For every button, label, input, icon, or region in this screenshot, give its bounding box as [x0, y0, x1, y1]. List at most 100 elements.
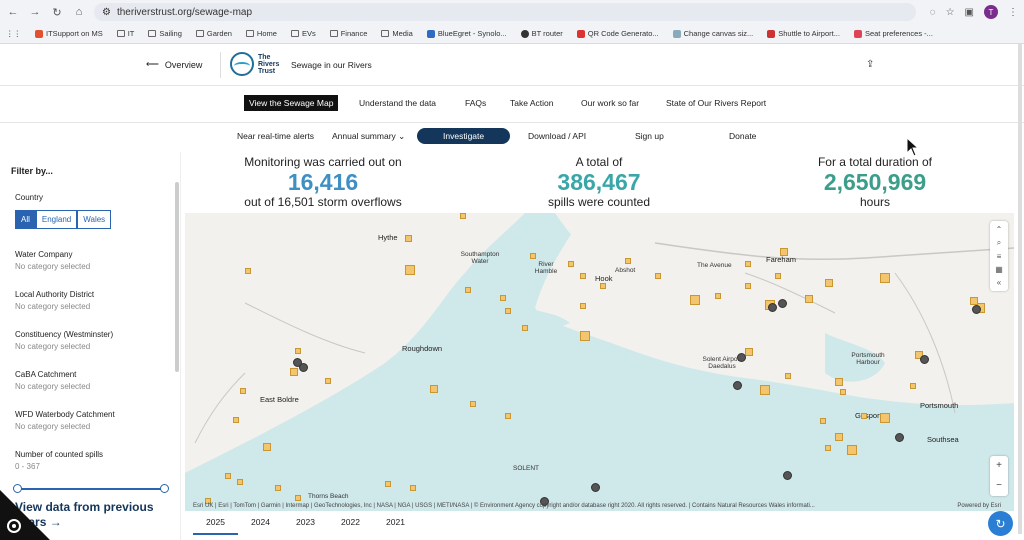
overflow-marker[interactable] — [245, 268, 251, 274]
overflow-marker[interactable] — [835, 433, 843, 441]
nav-take-action[interactable]: Take Action — [510, 98, 553, 108]
overflow-marker[interactable] — [825, 279, 833, 287]
tab-investigate[interactable]: Investigate — [417, 128, 511, 144]
overflow-marker[interactable] — [655, 273, 661, 279]
filter-value[interactable]: No category selected — [15, 422, 90, 431]
address-bar[interactable]: ⚙ theriverstrust.org/sewage-map — [94, 3, 916, 21]
overflow-marker[interactable] — [820, 418, 826, 424]
rivers-trust-logo[interactable]: The Rivers Trust — [230, 52, 282, 76]
tab-sign-up[interactable]: Sign up — [635, 131, 664, 141]
overflow-marker[interactable] — [690, 295, 700, 305]
bookmark[interactable]: Sailing — [148, 29, 182, 38]
overflow-marker[interactable] — [470, 401, 476, 407]
filter-label[interactable]: WFD Waterbody Catchment — [15, 410, 115, 419]
qr-icon[interactable]: ▦ — [995, 265, 1003, 274]
overflow-marker-heavy[interactable] — [768, 303, 777, 312]
site-info-icon[interactable]: ⚙ — [102, 7, 111, 18]
filter-label[interactable]: Constituency (Westminster) — [15, 330, 113, 339]
overflow-marker-heavy[interactable] — [591, 483, 600, 492]
overflow-marker[interactable] — [505, 308, 511, 314]
overflow-marker[interactable] — [275, 485, 281, 491]
nav-state-report[interactable]: State of Our Rivers Report — [666, 98, 766, 108]
overflow-marker[interactable] — [970, 297, 978, 305]
filter-label[interactable]: Local Authority District — [15, 290, 94, 299]
tab-near-real-time[interactable]: Near real-time alerts — [237, 131, 314, 141]
country-england[interactable]: England — [35, 210, 78, 229]
overflow-marker[interactable] — [568, 261, 574, 267]
overflow-marker[interactable] — [745, 283, 751, 289]
bookmark[interactable]: Home — [245, 29, 277, 38]
sidebar-scrollbar[interactable] — [175, 182, 179, 372]
settings-gear-icon[interactable] — [0, 490, 50, 540]
bookmark[interactable]: ITSupport on MS — [35, 29, 103, 38]
slider-max-handle[interactable] — [160, 484, 169, 493]
overflow-marker[interactable] — [405, 265, 415, 275]
reload-icon[interactable]: ↻ — [50, 5, 64, 19]
search-icon[interactable]: ⌕ — [997, 238, 1001, 248]
overflow-marker[interactable] — [775, 273, 781, 279]
year-tab[interactable]: 2023 — [283, 513, 328, 535]
overflow-marker[interactable] — [580, 303, 586, 309]
tab-donate[interactable]: Donate — [729, 131, 756, 141]
overflow-marker-heavy[interactable] — [778, 299, 787, 308]
overflow-marker[interactable] — [600, 283, 606, 289]
overflow-marker-heavy[interactable] — [733, 381, 742, 390]
overflow-marker[interactable] — [430, 385, 438, 393]
sewage-map[interactable]: Hythe Southampton Water River Hamble Hoo… — [185, 213, 1014, 511]
back-icon[interactable]: ← — [6, 5, 20, 19]
overflow-marker[interactable] — [325, 378, 331, 384]
apps-icon[interactable]: ⋮⋮ — [6, 29, 21, 38]
overflow-marker[interactable] — [785, 373, 791, 379]
overflow-marker[interactable] — [240, 388, 246, 394]
overflow-marker[interactable] — [805, 295, 813, 303]
bookmark[interactable]: Change canvas siz... — [672, 29, 753, 38]
overflow-marker-heavy[interactable] — [737, 353, 746, 362]
tab-annual-summary[interactable]: Annual summary ⌄ — [332, 131, 405, 142]
overflow-marker[interactable] — [847, 445, 857, 455]
year-tab[interactable]: 2024 — [238, 513, 283, 535]
overflow-marker[interactable] — [880, 413, 890, 423]
year-tab[interactable]: 2025 — [193, 513, 238, 535]
filter-value[interactable]: No category selected — [15, 342, 90, 351]
overflow-marker[interactable] — [580, 331, 590, 341]
overflow-marker[interactable] — [263, 443, 271, 451]
overflow-marker[interactable] — [780, 248, 788, 256]
page-scrollbar[interactable] — [1018, 44, 1022, 534]
overflow-marker[interactable] — [760, 385, 770, 395]
filter-label[interactable]: CaBA Catchment — [15, 370, 76, 379]
overflow-marker[interactable] — [410, 485, 416, 491]
bookmark[interactable]: Seat preferences -... — [853, 29, 933, 38]
overflow-marker-heavy[interactable] — [972, 305, 981, 314]
overview-link[interactable]: ⟵ Overview — [146, 59, 202, 70]
overflow-marker-heavy[interactable] — [895, 433, 904, 442]
overflow-marker[interactable] — [505, 413, 511, 419]
year-tab[interactable]: 2022 — [328, 513, 373, 535]
bookmark[interactable]: Finance — [329, 29, 367, 38]
filter-value[interactable]: No category selected — [15, 302, 90, 311]
overflow-marker[interactable] — [745, 261, 751, 267]
share-icon[interactable]: ⇪ — [866, 59, 874, 70]
overflow-marker[interactable] — [460, 213, 466, 219]
collapse-icon[interactable]: ⌃ — [996, 225, 1003, 234]
overflow-marker[interactable] — [625, 258, 631, 264]
overflow-marker[interactable] — [580, 273, 586, 279]
overflow-marker[interactable] — [237, 479, 243, 485]
country-wales[interactable]: Wales — [77, 210, 112, 229]
overflow-marker-heavy[interactable] — [293, 358, 302, 367]
bookmark[interactable]: Media — [381, 29, 413, 38]
list-icon[interactable]: ≡ — [997, 252, 1002, 261]
bookmark[interactable]: Shuttle to Airport... — [767, 29, 840, 38]
extensions-icon[interactable]: ▣ — [965, 7, 974, 18]
bookmark[interactable]: IT — [116, 29, 134, 38]
overflow-marker[interactable] — [295, 495, 301, 501]
overflow-marker[interactable] — [385, 481, 391, 487]
overflow-marker[interactable] — [225, 473, 231, 479]
menu-icon[interactable]: ⋮ — [1008, 7, 1018, 18]
filter-value[interactable]: No category selected — [15, 382, 90, 391]
overflow-marker[interactable] — [233, 417, 239, 423]
refresh-icon[interactable]: ↻ — [988, 511, 1013, 536]
nav-faqs[interactable]: FAQs — [465, 98, 486, 108]
overflow-marker[interactable] — [835, 378, 843, 386]
tab-download[interactable]: Download / API — [528, 131, 586, 141]
overflow-marker[interactable] — [861, 413, 867, 419]
